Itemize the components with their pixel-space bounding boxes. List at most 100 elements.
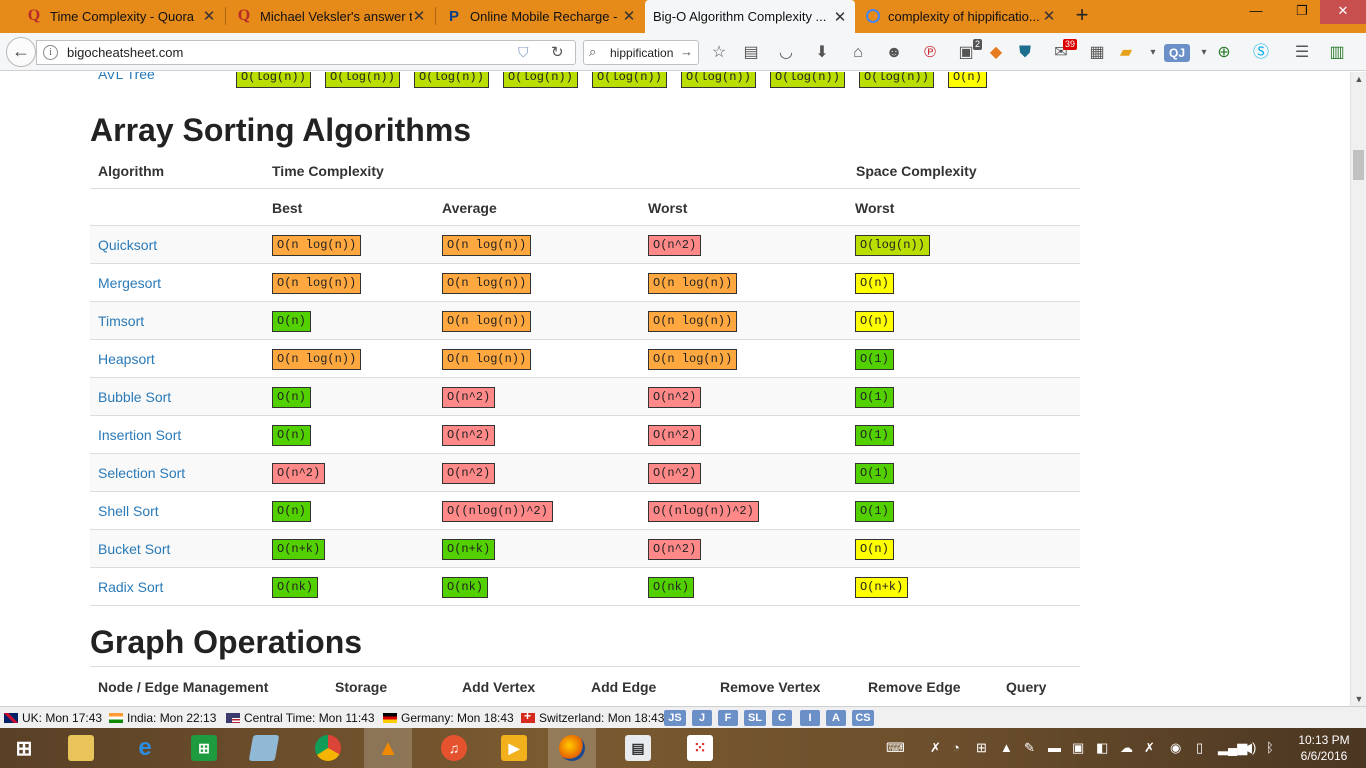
statusbar-button[interactable]: I bbox=[800, 710, 820, 726]
algorithm-link[interactable]: Selection Sort bbox=[98, 465, 185, 481]
close-icon[interactable]: ✕ bbox=[833, 8, 847, 26]
tray-icon[interactable]: ◉ bbox=[1170, 740, 1181, 756]
complexity-badge: O(n log(n)) bbox=[648, 311, 738, 332]
mail-icon[interactable]: ✉ 39 bbox=[1050, 39, 1077, 64]
fox-icon[interactable]: ◆ bbox=[985, 42, 1007, 64]
world-clock[interactable]: Central Time: Mon 11:43 bbox=[226, 711, 375, 725]
tray-icon[interactable]: ▣ bbox=[1072, 740, 1084, 756]
taskbar-firefox[interactable] bbox=[548, 728, 596, 768]
reading-list-icon[interactable]: ▤ bbox=[740, 42, 762, 64]
skype-icon[interactable]: Ⓢ bbox=[1250, 42, 1272, 64]
taskbar-document[interactable]: ▤ bbox=[614, 728, 662, 768]
extension-icon[interactable]: ▣ 2 bbox=[955, 39, 982, 64]
tray-icon[interactable]: ✎ bbox=[1024, 740, 1035, 756]
search-input[interactable]: hippification bbox=[610, 46, 673, 60]
reload-icon[interactable]: ↻ bbox=[551, 43, 564, 61]
taskbar-media[interactable]: ▶ bbox=[490, 728, 538, 768]
home-icon[interactable]: ⌂ bbox=[847, 42, 869, 64]
folder-icon[interactable]: ▰ bbox=[1115, 42, 1137, 64]
statusbar-button[interactable]: A bbox=[826, 710, 846, 726]
tray-icon[interactable]: ▬ bbox=[1048, 740, 1061, 755]
download-icon[interactable]: ⬇ bbox=[811, 42, 833, 64]
url-bar[interactable]: i bigocheatsheet.com ⛉ ↻ bbox=[36, 40, 576, 65]
tab-google-search[interactable]: complexity of hippificatio... ✕ bbox=[858, 0, 1064, 32]
taskbar-chrome[interactable] bbox=[304, 728, 352, 768]
statusbar-button[interactable]: C bbox=[772, 710, 792, 726]
menu-icon[interactable]: ☰ bbox=[1291, 42, 1313, 64]
info-icon[interactable]: i bbox=[43, 45, 58, 60]
scroll-down-icon[interactable]: ▼ bbox=[1354, 694, 1364, 704]
screenshot-icon[interactable]: ▦ bbox=[1086, 42, 1108, 64]
scroll-up-icon[interactable]: ▲ bbox=[1354, 74, 1364, 84]
pocket-icon[interactable]: ◡ bbox=[775, 42, 797, 64]
restore-button[interactable]: ❐ bbox=[1282, 0, 1322, 24]
pinterest-icon[interactable]: ℗ bbox=[919, 42, 941, 64]
system-clock[interactable]: 10:13 PM 6/6/2016 bbox=[1292, 732, 1356, 764]
taskbar-ie[interactable]: e bbox=[121, 728, 169, 768]
statusbar-button[interactable]: SL bbox=[744, 710, 766, 726]
tab-mobile-recharge[interactable]: P Online Mobile Recharge - ... ✕ bbox=[438, 0, 644, 32]
chat-icon[interactable]: ☻ bbox=[883, 42, 905, 64]
volume-icon[interactable]: ◀) bbox=[1242, 740, 1256, 756]
tray-icon[interactable]: ⊞ bbox=[976, 740, 987, 756]
back-button[interactable]: ← bbox=[6, 37, 36, 67]
algorithm-link[interactable]: Mergesort bbox=[98, 275, 161, 291]
table-cell: O(n) bbox=[272, 387, 311, 408]
search-extension-icon[interactable]: ⊕ bbox=[1213, 42, 1235, 64]
battery-icon[interactable]: ▯ bbox=[1196, 740, 1203, 756]
taskbar-store[interactable]: ⊞ bbox=[180, 728, 228, 768]
tab-bigo[interactable]: Big-O Algorithm Complexity ... ✕ bbox=[645, 0, 855, 33]
close-icon[interactable]: ✕ bbox=[202, 7, 216, 25]
qj-icon[interactable]: QJ bbox=[1164, 44, 1190, 62]
algorithm-link[interactable]: Insertion Sort bbox=[98, 427, 181, 443]
scrollbar[interactable]: ▲ ▼ bbox=[1350, 72, 1366, 706]
statusbar-button[interactable]: J bbox=[692, 710, 712, 726]
search-bar[interactable]: ⌕ hippification → bbox=[583, 40, 699, 65]
statusbar-button[interactable]: F bbox=[718, 710, 738, 726]
scrollbar-thumb[interactable] bbox=[1353, 150, 1364, 180]
shield-icon[interactable]: ⛉ bbox=[518, 44, 529, 61]
algorithm-link[interactable]: Timsort bbox=[98, 313, 144, 329]
taskbar-vlc[interactable]: ▲ bbox=[364, 728, 412, 768]
algorithm-link[interactable]: Bubble Sort bbox=[98, 389, 171, 405]
world-clock[interactable]: Germany: Mon 18:43 bbox=[383, 711, 514, 725]
dropdown-icon[interactable]: ▾ bbox=[1142, 42, 1164, 64]
taskbar-explorer[interactable] bbox=[57, 728, 105, 768]
tray-icon[interactable]: ◔ bbox=[952, 740, 960, 755]
world-clock[interactable]: Switzerland: Mon 18:43 bbox=[521, 709, 664, 725]
keyboard-icon[interactable]: ⌨ bbox=[886, 740, 905, 756]
tab-quora[interactable]: Q Time Complexity - Quora ✕ bbox=[18, 0, 224, 32]
start-button[interactable]: ⊞ bbox=[0, 728, 48, 768]
tray-icon[interactable]: ✗ bbox=[930, 740, 941, 756]
taskbar-app[interactable] bbox=[240, 728, 288, 768]
go-arrow-icon[interactable]: → bbox=[680, 44, 693, 59]
dropdown-icon[interactable]: ▾ bbox=[1193, 42, 1215, 64]
close-icon[interactable]: ✕ bbox=[412, 7, 426, 25]
statusbar-button[interactable]: CS bbox=[852, 710, 874, 726]
vlc-tray-icon[interactable]: ▲ bbox=[1000, 740, 1013, 755]
shield-extension-icon[interactable]: ⛊ bbox=[1014, 42, 1036, 64]
minimize-button[interactable]: — bbox=[1236, 0, 1276, 24]
statusbar-button[interactable]: JS bbox=[664, 710, 686, 726]
world-clock[interactable]: India: Mon 22:13 bbox=[109, 711, 216, 725]
algorithm-link[interactable]: Radix Sort bbox=[98, 579, 163, 595]
cloud-icon[interactable]: ☁ bbox=[1120, 740, 1133, 756]
taskbar-apps[interactable]: ⁙ bbox=[676, 728, 724, 768]
bluetooth-icon[interactable]: ᛒ bbox=[1266, 740, 1274, 755]
close-icon[interactable]: ✕ bbox=[622, 7, 636, 25]
close-icon[interactable]: ✕ bbox=[1042, 7, 1056, 25]
bookmark-star-icon[interactable]: ☆ bbox=[708, 42, 730, 64]
algorithm-link[interactable]: Heapsort bbox=[98, 351, 155, 367]
algorithm-link[interactable]: Shell Sort bbox=[98, 503, 159, 519]
algorithm-link[interactable]: Bucket Sort bbox=[98, 541, 170, 557]
algorithm-link[interactable]: Quicksort bbox=[98, 237, 157, 253]
tab-michael-veksler[interactable]: Q Michael Veksler's answer t... ✕ bbox=[228, 0, 434, 32]
nvidia-icon[interactable]: ◧ bbox=[1096, 740, 1108, 756]
taskbar-music[interactable]: ♫ bbox=[430, 728, 478, 768]
window-close-button[interactable]: ✕ bbox=[1320, 0, 1366, 24]
extension-w-icon[interactable]: ▥ bbox=[1326, 42, 1348, 64]
world-clock[interactable]: UK: Mon 17:43 bbox=[4, 711, 102, 725]
tray-icon[interactable]: ✗ bbox=[1144, 740, 1155, 756]
new-tab-button[interactable]: + bbox=[1070, 4, 1094, 28]
algorithm-link[interactable]: AVL Tree bbox=[98, 72, 155, 82]
